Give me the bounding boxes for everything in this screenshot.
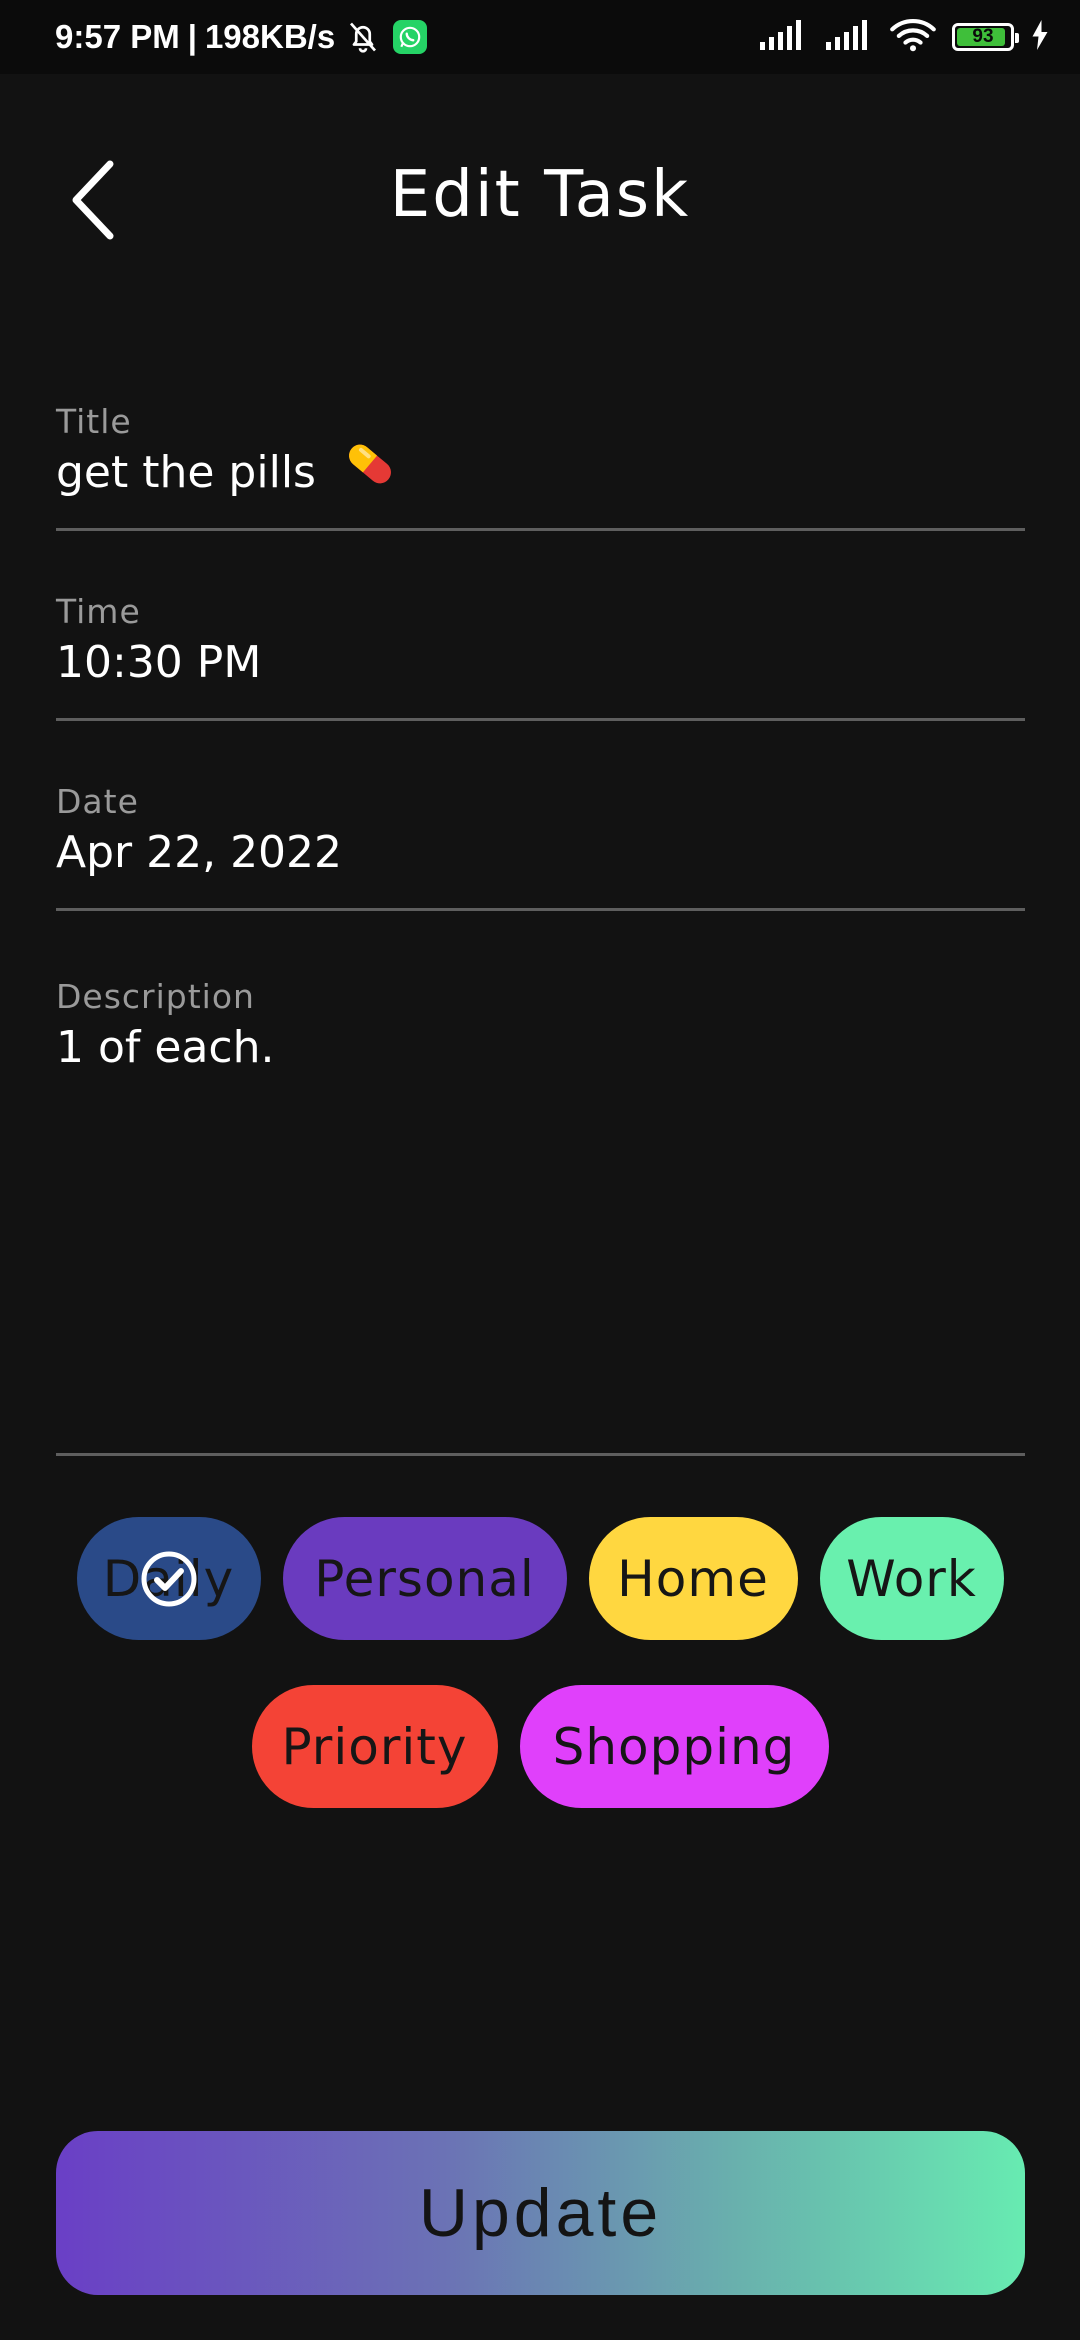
update-button[interactable]: Update [56, 2131, 1025, 2295]
signal-icon [758, 20, 808, 54]
status-bar: 9:57 PM | 198KB/s 93 [0, 0, 1080, 74]
time-field-value[interactable]: 10:30 PM [56, 634, 1025, 692]
description-field-label: Description [56, 977, 255, 1016]
chip-daily[interactable]: Daily [76, 1517, 261, 1640]
chip-home[interactable]: Home [588, 1517, 798, 1640]
chip-shopping-label: Shopping [552, 1717, 796, 1776]
chip-shopping[interactable]: Shopping [519, 1685, 829, 1808]
date-field[interactable]: Date Apr 22, 2022 [56, 782, 1025, 911]
category-row-2: Priority Shopping [0, 1685, 1080, 1808]
date-field-value[interactable]: Apr 22, 2022 [56, 824, 1025, 882]
status-time: 9:57 PM [55, 18, 180, 55]
battery-level: 93 [972, 26, 994, 47]
chip-personal-label: Personal [314, 1549, 535, 1608]
pill-icon [342, 438, 398, 505]
chip-priority[interactable]: Priority [251, 1685, 498, 1808]
status-separator: | [187, 18, 197, 55]
date-field-label: Date [56, 782, 139, 821]
time-field-label: Time [56, 592, 141, 631]
signal-icon-2 [824, 20, 874, 54]
whatsapp-icon [393, 20, 428, 54]
title-field[interactable]: Title get the pills [56, 402, 1025, 531]
title-field-label: Title [56, 402, 132, 441]
status-right: 93 [758, 0, 1050, 74]
charging-icon [1030, 20, 1050, 54]
chip-work[interactable]: Work [819, 1517, 1004, 1640]
check-circle-icon [141, 1551, 196, 1606]
description-field[interactable]: Description 1 of each. [56, 977, 1025, 1456]
chip-work-label: Work [846, 1549, 977, 1608]
chip-personal[interactable]: Personal [282, 1517, 567, 1640]
battery-icon: 93 [952, 23, 1019, 51]
time-field[interactable]: Time 10:30 PM [56, 592, 1025, 721]
chip-home-label: Home [617, 1549, 769, 1608]
status-left: 9:57 PM | 198KB/s [55, 0, 428, 74]
page-title: Edit Task [389, 158, 691, 232]
description-field-value[interactable]: 1 of each. [56, 1019, 1025, 1077]
title-field-value[interactable]: get the pills [56, 444, 1025, 505]
title-field-text: get the pills [56, 447, 316, 498]
chip-priority-label: Priority [281, 1717, 468, 1776]
wifi-icon [890, 18, 936, 56]
muted-bell-icon [345, 19, 381, 55]
category-row-1: Daily Personal Home Work [0, 1517, 1080, 1640]
network-speed: 198KB/s [204, 18, 336, 55]
